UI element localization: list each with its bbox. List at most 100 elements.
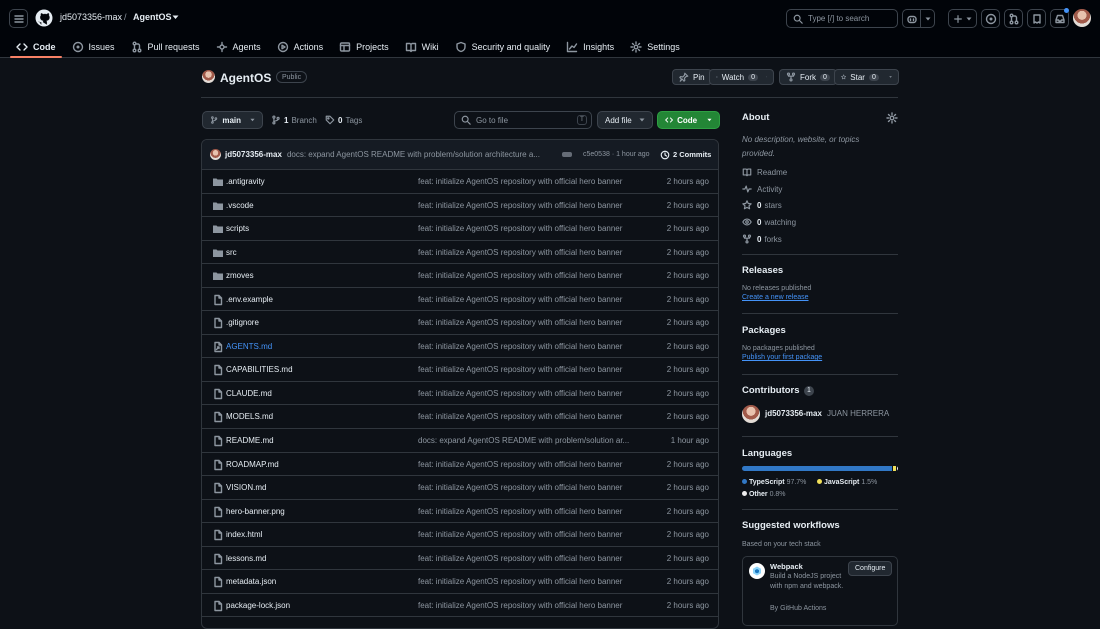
file-row[interactable]: src feat: initialize AgentOS repository w… <box>202 241 718 265</box>
file-name[interactable]: AGENTS.md <box>226 342 272 351</box>
file-row[interactable]: MODELS.md feat: initialize AgentOS reposi… <box>202 405 718 429</box>
file-commit-message[interactable]: feat: initialize AgentOS repository with… <box>418 271 640 280</box>
file-name[interactable]: MODELS.md <box>226 412 273 421</box>
file-name[interactable]: src <box>226 248 237 257</box>
file-row[interactable]: README.md docs: expand AgentOS README wit… <box>202 429 718 453</box>
user-avatar[interactable] <box>1073 9 1091 27</box>
file-commit-message[interactable]: feat: initialize AgentOS repository with… <box>418 460 640 469</box>
tab-projects[interactable]: Projects <box>331 36 397 58</box>
file-commit-message[interactable]: feat: initialize AgentOS repository with… <box>418 483 640 492</box>
file-commit-message[interactable]: feat: initialize AgentOS repository with… <box>418 365 640 374</box>
tab-pull-requests[interactable]: Pull requests <box>123 36 208 58</box>
commit-expand-button[interactable] <box>562 152 572 157</box>
contributor-avatar[interactable] <box>742 405 760 423</box>
file-name[interactable]: README.md <box>226 436 274 445</box>
pin-button[interactable]: Pin <box>672 69 712 85</box>
commits-link[interactable]: 2 Commits <box>660 150 711 160</box>
file-row[interactable]: metadata.json feat: initialize AgentOS re… <box>202 570 718 594</box>
file-name[interactable]: CLAUDE.md <box>226 389 272 398</box>
file-commit-message[interactable]: feat: initialize AgentOS repository with… <box>418 507 640 516</box>
branches-link[interactable]: 1 Branch <box>271 115 317 125</box>
file-name[interactable]: package-lock.json <box>226 601 290 610</box>
file-commit-message[interactable]: feat: initialize AgentOS repository with… <box>418 248 640 257</box>
commit-author[interactable]: jd5073356-max <box>225 150 282 159</box>
tab-agents[interactable]: Agents <box>208 36 269 58</box>
file-row[interactable]: package-lock.json feat: initialize AgentO… <box>202 594 718 618</box>
file-name[interactable]: .antigravity <box>226 177 265 186</box>
file-commit-message[interactable]: feat: initialize AgentOS repository with… <box>418 224 640 233</box>
issues-button[interactable] <box>981 9 1000 28</box>
commit-message[interactable]: docs: expand AgentOS README with problem… <box>287 150 555 159</box>
configure-button[interactable]: Configure <box>848 561 892 576</box>
forks-link[interactable]: 0forks <box>742 234 782 244</box>
owner-link[interactable]: jd5073356-max <box>60 12 122 22</box>
owner-avatar[interactable] <box>202 70 215 83</box>
create-release-link[interactable]: Create a new release <box>742 294 809 301</box>
file-commit-message[interactable]: feat: initialize AgentOS repository with… <box>418 601 640 610</box>
file-commit-message[interactable]: feat: initialize AgentOS repository with… <box>418 295 640 304</box>
code-button[interactable]: Code <box>657 111 720 129</box>
add-file-button[interactable]: Add file <box>597 111 653 129</box>
file-commit-message[interactable]: docs: expand AgentOS README with problem… <box>418 436 640 445</box>
contributors-title[interactable]: Contributors <box>742 385 800 396</box>
repo-link[interactable]: AgentOS <box>133 12 172 22</box>
copilot-menu-button[interactable] <box>920 9 935 28</box>
commit-hash[interactable]: c5e0538 <box>583 151 610 158</box>
file-name[interactable]: ROADMAP.md <box>226 460 279 469</box>
repo-title[interactable]: AgentOS <box>220 71 271 85</box>
gear-icon[interactable] <box>886 112 898 124</box>
tab-wiki[interactable]: Wiki <box>397 36 447 58</box>
file-row[interactable]: CAPABILITIES.md feat: initialize AgentOS … <box>202 358 718 382</box>
file-row[interactable]: AGENTS.md feat: initialize AgentOS reposi… <box>202 335 718 359</box>
file-commit-message[interactable]: feat: initialize AgentOS repository with… <box>418 177 640 186</box>
tab-code[interactable]: Code <box>8 36 64 58</box>
repositories-button[interactable] <box>1027 9 1046 28</box>
file-commit-message[interactable]: feat: initialize AgentOS repository with… <box>418 201 640 210</box>
tab-actions[interactable]: Actions <box>269 36 332 58</box>
create-new-button[interactable] <box>948 9 977 28</box>
activity-link[interactable]: Activity <box>742 184 782 194</box>
star-button[interactable]: Star 0 <box>834 69 899 85</box>
file-commit-message[interactable]: feat: initialize AgentOS repository with… <box>418 389 640 398</box>
packages-title[interactable]: Packages <box>742 325 786 336</box>
publish-package-link[interactable]: Publish your first package <box>742 354 822 361</box>
file-row[interactable]: .gitignore feat: initialize AgentOS repos… <box>202 311 718 335</box>
file-row[interactable]: lessons.mdfeat: initialize AgentOS repos… <box>202 547 718 571</box>
pull-requests-button[interactable] <box>1004 9 1023 28</box>
file-row[interactable]: .env.example feat: initialize AgentOS rep… <box>202 288 718 312</box>
file-row[interactable]: ROADMAP.md feat: initialize AgentOS repos… <box>202 453 718 477</box>
file-row[interactable]: index.htmlfeat: initialize AgentOS repos… <box>202 523 718 547</box>
file-row[interactable]: .antigravity feat: initialize AgentOS rep… <box>202 170 718 194</box>
file-row[interactable]: VISION.mdfeat: initialize AgentOS reposi… <box>202 476 718 500</box>
file-row[interactable]: scripts feat: initialize AgentOS reposito… <box>202 217 718 241</box>
file-commit-message[interactable]: feat: initialize AgentOS repository with… <box>418 412 640 421</box>
search-input[interactable]: Type [/] to search <box>786 9 898 28</box>
file-commit-message[interactable]: feat: initialize AgentOS repository with… <box>418 342 640 351</box>
contributor-login[interactable]: jd5073356-max <box>765 409 822 418</box>
watch-button[interactable]: Watch 0 <box>709 69 774 85</box>
file-name[interactable]: .env.example <box>226 295 273 304</box>
language-entry[interactable]: Other 0.8% <box>742 491 786 498</box>
tags-link[interactable]: 0 Tags <box>325 115 362 125</box>
file-name[interactable]: metadata.json <box>226 577 276 586</box>
file-name[interactable]: .vscode <box>226 201 254 210</box>
file-row[interactable]: zmovesfeat: initialize AgentOS repositor… <box>202 264 718 288</box>
file-name[interactable]: scripts <box>226 224 249 233</box>
file-commit-message[interactable]: feat: initialize AgentOS repository with… <box>418 554 640 563</box>
menu-button[interactable] <box>9 9 28 28</box>
file-name[interactable]: index.html <box>226 530 262 539</box>
language-entry[interactable]: JavaScript 1.5% <box>817 479 877 486</box>
go-to-file-input[interactable]: Go to file T <box>454 111 592 129</box>
file-name[interactable]: CAPABILITIES.md <box>226 365 293 374</box>
tab-settings[interactable]: Settings <box>622 36 688 58</box>
github-logo-icon[interactable] <box>35 9 53 27</box>
file-name[interactable]: .gitignore <box>226 318 259 327</box>
file-row[interactable]: hero-banner.pngfeat: initialize AgentOS … <box>202 500 718 524</box>
watching-link[interactable]: 0watching <box>742 217 796 227</box>
file-row[interactable]: CLAUDE.md feat: initialize AgentOS reposi… <box>202 382 718 406</box>
chevron-down-icon[interactable] <box>172 15 179 20</box>
file-commit-message[interactable]: feat: initialize AgentOS repository with… <box>418 318 640 327</box>
file-commit-message[interactable]: feat: initialize AgentOS repository with… <box>418 577 640 586</box>
stars-link[interactable]: 0stars <box>742 200 782 210</box>
copilot-button[interactable] <box>902 9 921 28</box>
